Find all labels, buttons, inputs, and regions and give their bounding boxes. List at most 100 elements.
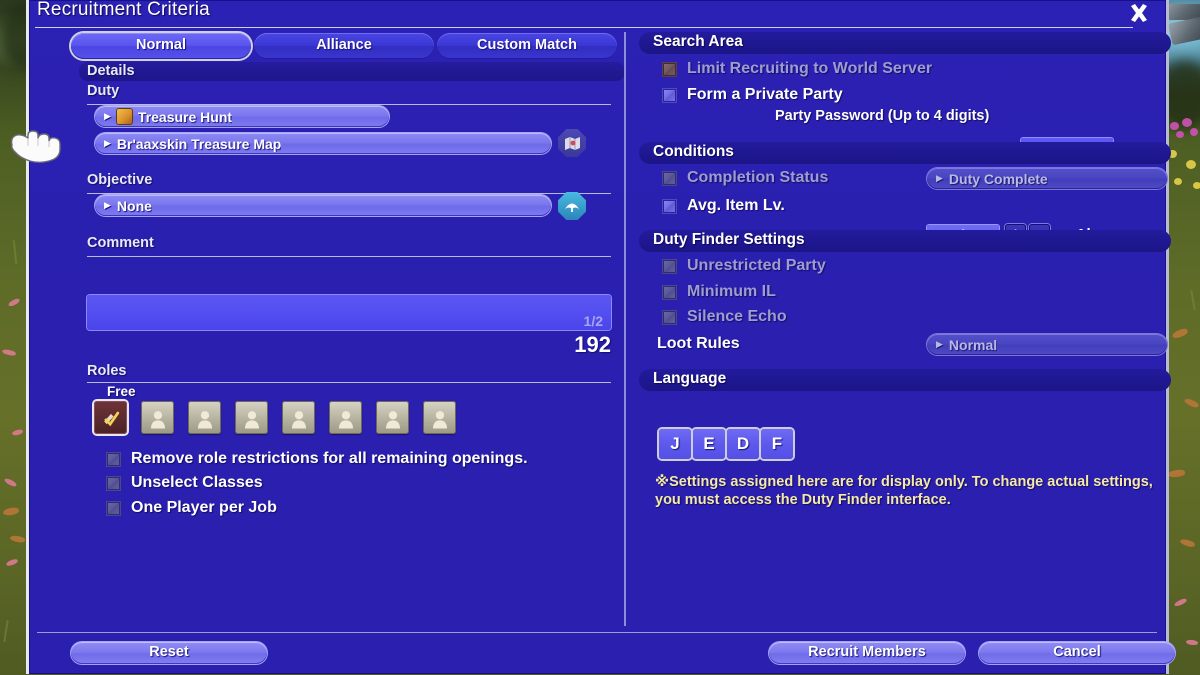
checkbox-limit-world-server[interactable]: Limit Recruiting to World Server — [663, 60, 932, 78]
duty-item-select[interactable]: ▶ Br'aaxskin Treasure Map — [95, 133, 551, 154]
mode-tabs: Normal Alliance Custom Match — [71, 33, 617, 59]
duty-divider — [87, 104, 611, 105]
settings-note: ※Settings assigned here are for display … — [655, 474, 1153, 508]
cancel-button[interactable]: Cancel — [979, 642, 1175, 664]
checkbox-silence-echo[interactable]: Silence Echo — [663, 308, 787, 326]
close-icon[interactable] — [1128, 2, 1150, 24]
objective-divider — [87, 193, 611, 194]
chevron-right-icon: ▶ — [936, 339, 943, 349]
checkbox-label: Unrestricted Party — [687, 257, 826, 274]
tab-alliance[interactable]: Alliance — [254, 33, 434, 59]
tab-normal[interactable]: Normal — [71, 33, 251, 59]
party-password-label: Party Password (Up to 4 digits) — [775, 108, 990, 124]
objective-marker-icon[interactable] — [558, 192, 586, 220]
checkbox-label: Silence Echo — [687, 308, 787, 325]
checkbox-icon — [663, 62, 676, 76]
checkbox-label: Completion Status — [687, 169, 829, 186]
checkbox-icon — [663, 259, 676, 273]
checkbox-one-player-per-job[interactable]: One Player per Job — [107, 499, 277, 517]
language-button-e[interactable]: E — [693, 429, 725, 459]
checkbox-icon — [107, 501, 120, 515]
objective-select[interactable]: ▶ None — [95, 195, 551, 216]
duty-category-value: Treasure Hunt — [137, 108, 233, 125]
checkbox-avg-item-lv[interactable]: Avg. Item Lv. — [663, 197, 785, 215]
role-slot-2[interactable] — [188, 401, 221, 434]
role-slots — [94, 401, 456, 434]
checkbox-label: Avg. Item Lv. — [687, 197, 785, 214]
completion-status-value: Duty Complete — [948, 170, 1048, 187]
content-columns: Normal Alliance Custom Match Details Dut… — [29, 30, 1171, 628]
duty-label: Duty — [87, 83, 120, 99]
checkbox-label: Remove role restrictions for all remaini… — [131, 450, 528, 467]
checkbox-completion-status[interactable]: Completion Status — [663, 169, 828, 187]
loot-rules-label: Loot Rules — [657, 335, 740, 352]
language-buttons: J E D F — [659, 429, 793, 459]
comment-divider — [87, 256, 611, 257]
checkbox-label: Form a Private Party — [687, 86, 843, 103]
recruit-members-button[interactable]: Recruit Members — [769, 642, 965, 664]
loot-rules-select[interactable]: ▶ Normal — [927, 334, 1167, 355]
role-slot-5[interactable] — [329, 401, 362, 434]
reset-button[interactable]: Reset — [71, 642, 267, 664]
checkbox-label: Unselect Classes — [131, 474, 263, 491]
page-title: Recruitment Criteria — [37, 0, 210, 20]
treasure-chest-icon — [116, 109, 132, 124]
language-button-j[interactable]: J — [659, 429, 691, 459]
language-title: Language — [653, 370, 727, 387]
language-button-f[interactable]: F — [761, 429, 793, 459]
role-slot-1[interactable] — [141, 401, 174, 434]
right-panel: Search Area Limit Recruiting to World Se… — [639, 30, 1171, 628]
duty-item-value: Br'aaxskin Treasure Map — [116, 135, 282, 152]
role-slot-3[interactable] — [235, 401, 268, 434]
checkbox-label: Limit Recruiting to World Server — [687, 60, 933, 77]
duty-category-select[interactable]: ▶ Treasure Hunt — [95, 106, 389, 127]
details-header-bar — [79, 62, 625, 81]
roles-label: Roles — [87, 363, 127, 379]
checkbox-icon — [663, 310, 676, 324]
checkbox-unselect-classes[interactable]: Unselect Classes — [107, 474, 263, 492]
left-panel: Normal Alliance Custom Match Details Dut… — [37, 30, 625, 628]
title-divider — [35, 27, 1133, 28]
comment-char-count: 192 — [574, 332, 611, 357]
checkbox-label: One Player per Job — [131, 499, 277, 516]
role-slot-6[interactable] — [376, 401, 409, 434]
objective-value: None — [116, 197, 152, 214]
checkbox-icon — [107, 476, 120, 490]
checkbox-label: Minimum IL — [687, 283, 776, 300]
language-button-d[interactable]: D — [727, 429, 759, 459]
comment-label: Comment — [87, 235, 154, 251]
duty-finder-settings-title: Duty Finder Settings — [653, 231, 805, 248]
checkbox-icon — [663, 285, 676, 299]
checkbox-remove-role-restrictions[interactable]: Remove role restrictions for all remaini… — [107, 450, 528, 468]
tab-custom-match[interactable]: Custom Match — [437, 33, 617, 59]
comment-page-indicator: 1/2 — [583, 313, 603, 329]
checkbox-icon — [663, 88, 676, 102]
window-footer: Reset Recruit Members Cancel — [29, 632, 1175, 668]
hand-cursor — [8, 126, 66, 164]
role-slot-free[interactable] — [94, 401, 127, 434]
role-slot-7[interactable] — [423, 401, 456, 434]
checkbox-unrestricted-party[interactable]: Unrestricted Party — [663, 257, 826, 275]
search-area-title: Search Area — [653, 33, 743, 50]
chevron-right-icon: ▶ — [936, 173, 943, 183]
checkbox-icon — [663, 199, 676, 213]
recruitment-criteria-window: Recruitment Criteria Normal Alliance Cus… — [26, 0, 1175, 674]
chevron-right-icon: ▶ — [104, 111, 111, 121]
checkbox-icon — [107, 452, 120, 466]
completion-status-select[interactable]: ▶ Duty Complete — [927, 168, 1167, 189]
comment-input[interactable]: 1/2 — [87, 295, 611, 330]
footer-divider — [37, 632, 1157, 633]
objective-label: Objective — [87, 172, 153, 188]
conditions-title: Conditions — [653, 143, 734, 160]
window-titlebar: Recruitment Criteria — [29, 0, 1166, 30]
chevron-right-icon: ▶ — [104, 200, 111, 210]
column-divider — [624, 32, 626, 626]
role-slot-4[interactable] — [282, 401, 315, 434]
details-label: Details — [87, 63, 135, 79]
checkbox-icon — [663, 171, 676, 185]
treasure-map-icon[interactable] — [558, 129, 586, 157]
free-slot-label: Free — [107, 384, 136, 399]
checkbox-minimum-il[interactable]: Minimum IL — [663, 283, 776, 301]
checkbox-form-private-party[interactable]: Form a Private Party — [663, 86, 843, 104]
chevron-right-icon: ▶ — [104, 138, 111, 148]
